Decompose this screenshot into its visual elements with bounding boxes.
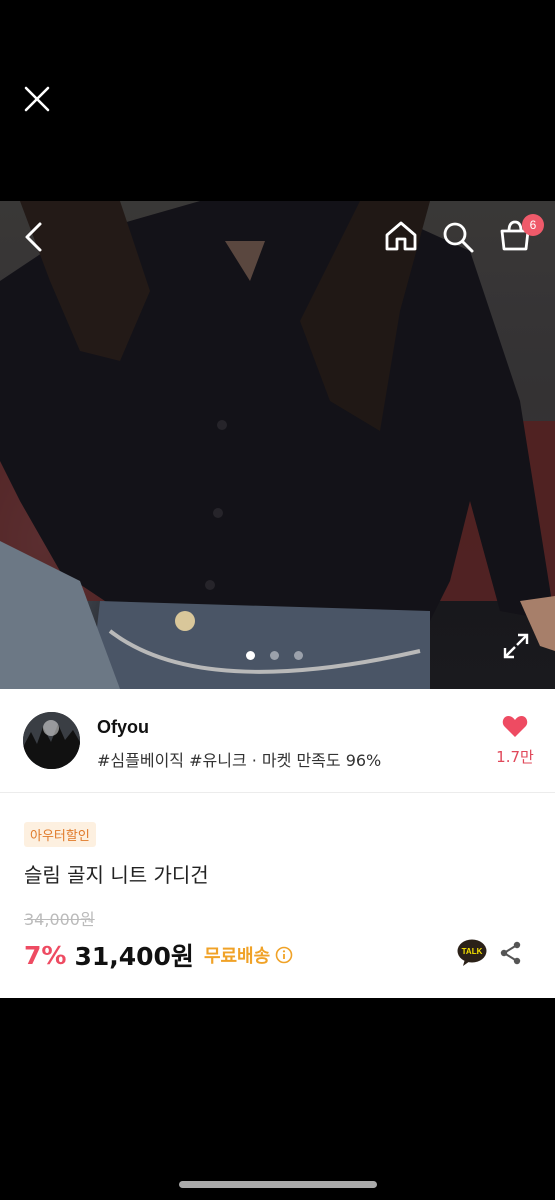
store-name[interactable]: Ofyou <box>97 717 149 738</box>
store-avatar[interactable] <box>23 712 80 769</box>
product-photo <box>0 201 555 689</box>
store-tags: #심플베이직 #유니크 · 마켓 만족도 96% <box>97 751 382 770</box>
carousel-dot[interactable] <box>246 651 255 660</box>
price-row: 7% 31,400원 무료배송 <box>24 937 293 973</box>
carousel-indicator <box>246 651 303 660</box>
back-arrow-icon[interactable] <box>22 221 46 253</box>
home-icon[interactable] <box>384 220 418 252</box>
talk-label: TALK <box>462 947 483 956</box>
like-count: 1.7만 <box>496 748 534 766</box>
discount-rate: 7% <box>24 940 67 970</box>
original-price: 34,000원 <box>24 910 95 929</box>
cart-count-badge: 6 <box>522 214 544 236</box>
carousel-dot[interactable] <box>270 651 279 660</box>
promo-badge: 아우터할인 <box>24 822 96 847</box>
expand-icon[interactable] <box>503 633 529 659</box>
share-icon[interactable] <box>499 941 523 965</box>
heart-icon[interactable] <box>502 715 528 738</box>
search-icon[interactable] <box>441 220 475 254</box>
kakao-talk-icon[interactable]: TALK <box>457 939 487 967</box>
product-image[interactable] <box>0 201 555 689</box>
free-shipping-label: 무료배송 <box>203 946 271 967</box>
info-icon[interactable] <box>275 946 293 964</box>
product-title: 슬림 골지 니트 가디건 <box>24 863 209 887</box>
store-info[interactable]: Ofyou #심플베이직 #유니크 · 마켓 만족도 96% 1.7만 <box>0 689 555 793</box>
like-button[interactable]: 1.7만 <box>490 715 540 767</box>
sale-price: 31,400원 <box>74 942 194 971</box>
close-icon[interactable] <box>22 84 52 114</box>
carousel-dot[interactable] <box>294 651 303 660</box>
home-indicator[interactable] <box>179 1181 377 1188</box>
product-info: 아우터할인 슬림 골지 니트 가디건 34,000원 7% 31,400원 무료… <box>0 793 555 998</box>
